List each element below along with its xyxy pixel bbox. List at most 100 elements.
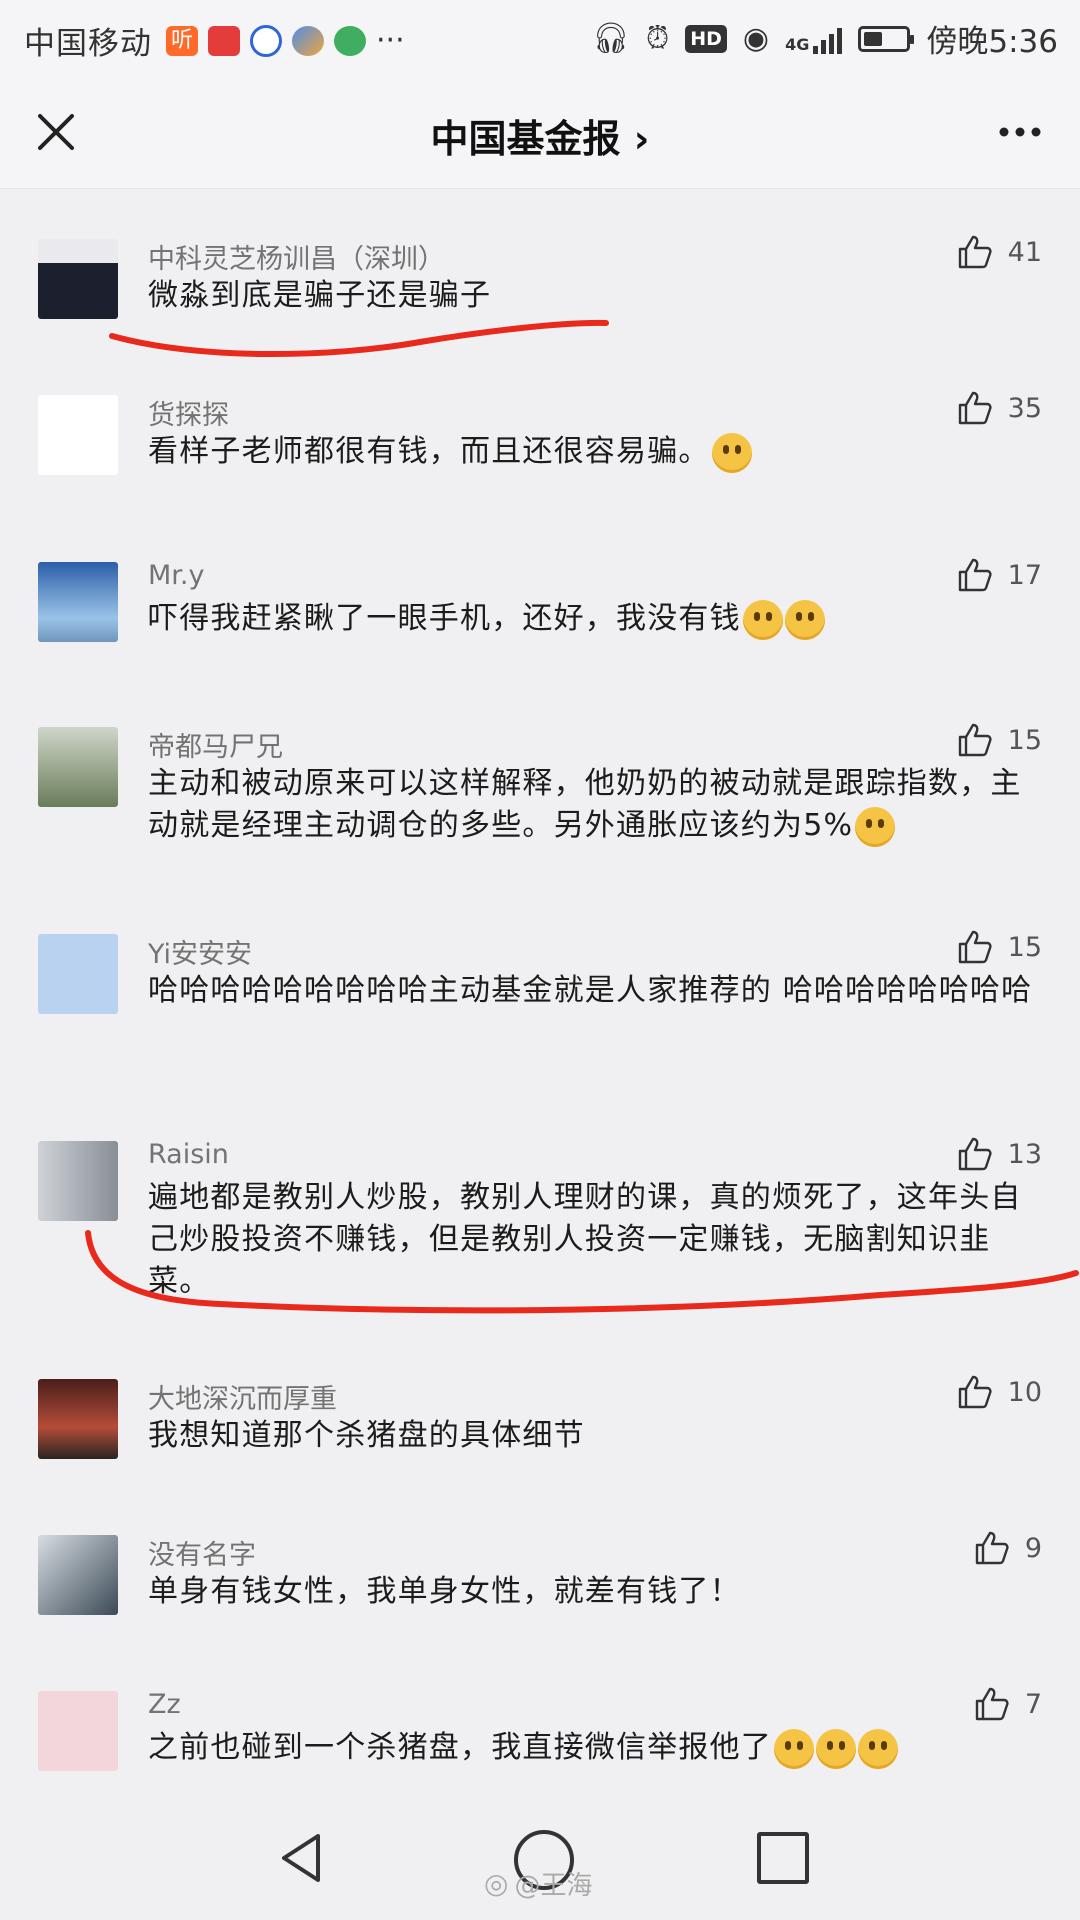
comment-item[interactable]: Zz 之前也碰到一个杀猪盘，我直接微信举报他了 7 <box>0 1687 1080 1813</box>
thumb-up-icon <box>958 391 992 425</box>
comment-text: 单身有钱女性，我单身女性，就差有钱了！ <box>148 1571 1048 1613</box>
more-notifications-icon: ··· <box>376 23 405 58</box>
comment-item[interactable]: Mr.y 吓得我赶紧瞅了一眼手机，还好，我没有钱 17 <box>0 558 1080 684</box>
listen-app-icon: 听 <box>166 25 198 56</box>
comment-text: 哈哈哈哈哈哈哈哈哈主动基金就是人家推荐的 哈哈哈哈哈哈哈哈 <box>148 970 1048 1012</box>
like-count: 15 <box>1007 931 1042 963</box>
comment-author[interactable]: 帝都马尸兄 <box>148 725 283 764</box>
comment-author[interactable]: 中科灵芝杨训昌（深圳） <box>148 237 445 276</box>
status-bar: 中国移动 听 ··· 🎧︎ ⏰︎ HD ◉ 4G 傍晚5:36 <box>0 0 1080 76</box>
like-count: 41 <box>1007 236 1042 268</box>
comment-text-content: 我想知道那个杀猪盘的具体细节 <box>148 1418 585 1453</box>
emoji-icon <box>711 432 752 473</box>
comment-author[interactable]: 货探探 <box>148 393 229 432</box>
emoji-icon <box>784 599 825 640</box>
like-count: 17 <box>1007 559 1042 591</box>
weibo-icon: ◎ <box>484 1867 509 1900</box>
comment-text-content: 单身有钱女性，我单身女性，就差有钱了！ <box>148 1574 741 1609</box>
comment-author[interactable]: 大地深沉而厚重 <box>148 1377 337 1416</box>
like-button[interactable]: 17 <box>956 556 1042 594</box>
system-nav-bar <box>0 1800 1080 1920</box>
avatar[interactable] <box>38 934 118 1014</box>
avatar[interactable] <box>38 562 118 642</box>
clock: 傍晚5:36 <box>926 24 1058 60</box>
page-title[interactable]: 中国基金报 › <box>0 108 1080 163</box>
comment-author[interactable]: 没有名字 <box>148 1533 256 1572</box>
comment-item[interactable]: Yi安安安 哈哈哈哈哈哈哈哈哈主动基金就是人家推荐的 哈哈哈哈哈哈哈哈 15 <box>0 930 1080 1098</box>
avatar[interactable] <box>38 1691 118 1771</box>
comment-text-content: 吓得我赶紧瞅了一眼手机，还好，我没有钱 <box>148 601 741 636</box>
more-options-button[interactable] <box>990 102 1050 162</box>
back-icon[interactable] <box>272 1828 332 1888</box>
comment-text: 之前也碰到一个杀猪盘，我直接微信举报他了 <box>148 1727 1048 1769</box>
like-button[interactable]: 41 <box>956 233 1042 271</box>
comment-text-content: 之前也碰到一个杀猪盘，我直接微信举报他了 <box>148 1730 772 1765</box>
comment-text: 我想知道那个杀猪盘的具体细节 <box>148 1415 1048 1457</box>
thumb-up-icon <box>958 1375 992 1409</box>
like-button[interactable]: 35 <box>956 389 1042 427</box>
comment-item[interactable]: 帝都马尸兄 主动和被动原来可以这样解释，他奶奶的被动就是跟踪指数，主动就是经理主动… <box>0 723 1080 891</box>
like-count: 10 <box>1007 1376 1042 1408</box>
thumb-up-icon <box>975 1687 1009 1721</box>
securities-app-icon <box>208 25 240 56</box>
comment-item[interactable]: 中科灵芝杨训昌（深圳） 微淼到底是骗子还是骗子 41 <box>0 235 1080 361</box>
thumb-up-icon <box>958 235 992 269</box>
comment-item[interactable]: Raisin 遍地都是教别人炒股，教别人理财的课，真的烦死了，这年头自己炒股投资不… <box>0 1137 1080 1347</box>
emoji-icon <box>774 1728 814 1769</box>
avatar[interactable] <box>38 1141 118 1221</box>
comment-item[interactable]: 大地深沉而厚重 我想知道那个杀猪盘的具体细节 10 <box>0 1375 1080 1501</box>
headset-icon: 🎧︎ <box>591 21 630 56</box>
recent-apps-button[interactable] <box>757 1832 809 1884</box>
cloud-app-icon <box>292 25 324 56</box>
comment-author[interactable]: Zz <box>148 1689 181 1720</box>
network-type: 4G <box>785 34 810 54</box>
thumb-up-icon <box>958 558 992 592</box>
thumb-up-icon <box>958 723 992 757</box>
like-button[interactable]: 15 <box>956 928 1042 966</box>
like-count: 7 <box>1024 1688 1042 1720</box>
comment-text-content: 遍地都是教别人炒股，教别人理财的课，真的烦死了，这年头自己炒股投资不赚钱，但是教… <box>148 1180 1022 1299</box>
like-count: 35 <box>1007 392 1042 424</box>
like-button[interactable]: 9 <box>973 1529 1042 1567</box>
green-app-icon <box>334 25 366 56</box>
like-count: 9 <box>1024 1532 1042 1564</box>
like-count: 13 <box>1007 1138 1042 1170</box>
avatar[interactable] <box>38 395 118 475</box>
thumb-up-icon <box>975 1531 1009 1565</box>
title-bar: 中国基金报 › <box>0 76 1080 189</box>
comment-text: 微淼到底是骗子还是骗子 <box>148 275 1048 317</box>
avatar[interactable] <box>38 1379 118 1459</box>
like-button[interactable]: 15 <box>956 721 1042 759</box>
like-count: 15 <box>1007 724 1042 756</box>
comment-text: 看样子老师都很有钱，而且还很容易骗。 <box>148 431 1048 473</box>
battery-icon <box>858 25 915 52</box>
emoji-icon <box>855 806 896 847</box>
emoji-icon <box>858 1728 898 1769</box>
like-button[interactable]: 7 <box>973 1685 1042 1723</box>
emoji-icon <box>742 599 783 640</box>
comment-author[interactable]: Mr.y <box>148 560 204 591</box>
notification-icons: 听 ··· <box>166 23 405 58</box>
alarm-icon: ⏰︎ <box>645 21 670 56</box>
comment-text-content: 微淼到底是骗子还是骗子 <box>148 278 492 313</box>
signal-icon <box>813 24 843 54</box>
comment-author[interactable]: Raisin <box>148 1139 229 1170</box>
comment-author[interactable]: Yi安安安 <box>148 932 252 971</box>
like-button[interactable]: 10 <box>956 1373 1042 1411</box>
battery-level <box>864 31 883 46</box>
emoji-icon <box>816 1728 856 1769</box>
watermark: ◎ @王海 <box>484 1865 592 1902</box>
network-signal: 4G <box>785 24 843 54</box>
avatar[interactable] <box>38 727 118 807</box>
comment-item[interactable]: 没有名字 单身有钱女性，我单身女性，就差有钱了！ 9 <box>0 1531 1080 1657</box>
comment-text: 吓得我赶紧瞅了一眼手机，还好，我没有钱 <box>148 598 1048 640</box>
avatar[interactable] <box>38 1535 118 1615</box>
comment-item[interactable]: 货探探 看样子老师都很有钱，而且还很容易骗。 35 <box>0 391 1080 517</box>
comment-text: 遍地都是教别人炒股，教别人理财的课，真的烦死了，这年头自己炒股投资不赚钱，但是教… <box>148 1177 1048 1303</box>
avatar[interactable] <box>38 239 118 319</box>
thumb-up-icon <box>958 930 992 964</box>
baidu-app-icon <box>250 24 282 57</box>
like-button[interactable]: 13 <box>956 1135 1042 1173</box>
hd-badge: HD <box>685 24 727 53</box>
eye-icon: ◉ <box>742 21 770 56</box>
